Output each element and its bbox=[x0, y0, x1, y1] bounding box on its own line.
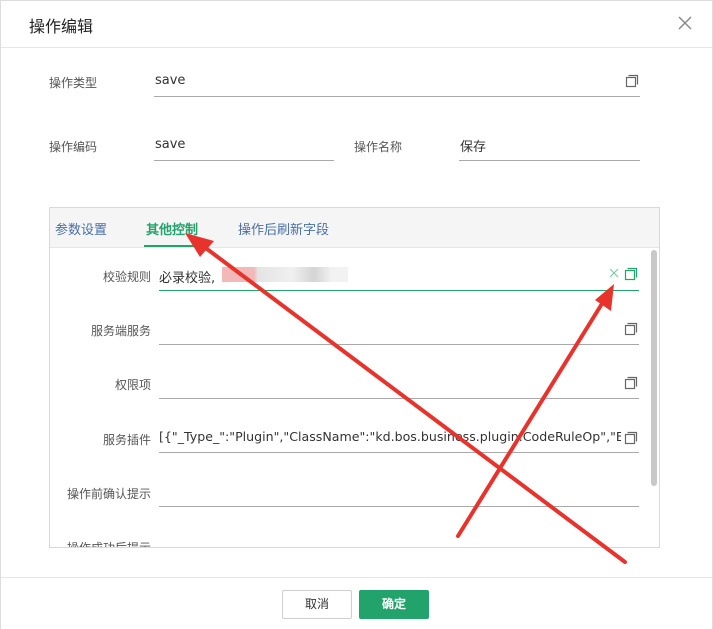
pre-confirm-label: 操作前确认提示 bbox=[66, 487, 151, 501]
operation-name-value[interactable]: 保存 bbox=[460, 136, 486, 155]
tab-other-control[interactable]: 其他控制 bbox=[146, 219, 198, 238]
dialog-header: 操作编辑 bbox=[1, 1, 712, 48]
operation-edit-dialog: 操作编辑 操作类型 save 操作编码 save 操作名称 保存 参数设置 其他… bbox=[0, 0, 713, 629]
permission-item-label: 权限项 bbox=[114, 378, 151, 392]
service-plugin-underline bbox=[159, 452, 639, 453]
cancel-button[interactable]: 取消 bbox=[282, 590, 352, 619]
operation-code-label: 操作编码 bbox=[49, 140, 98, 154]
validation-rules-value[interactable]: 必录校验, bbox=[159, 267, 229, 286]
copy-icon[interactable] bbox=[624, 430, 638, 445]
dialog-title: 操作编辑 bbox=[29, 17, 94, 36]
server-service-underline bbox=[159, 344, 639, 345]
close-icon[interactable] bbox=[673, 11, 697, 35]
copy-icon[interactable] bbox=[624, 375, 638, 390]
operation-type-label: 操作类型 bbox=[49, 76, 98, 90]
operation-type-value[interactable]: save bbox=[155, 73, 185, 88]
operation-code-underline bbox=[154, 160, 334, 161]
clear-icon[interactable] bbox=[607, 265, 621, 279]
validation-rules-underline bbox=[159, 290, 639, 291]
copy-icon[interactable] bbox=[624, 321, 638, 336]
ok-button[interactable]: 确定 bbox=[359, 590, 429, 619]
redacted-text bbox=[222, 267, 348, 282]
success-tip-label: 操作成功后提示 bbox=[66, 541, 151, 548]
copy-icon[interactable] bbox=[624, 266, 638, 281]
panel-scrollbar[interactable] bbox=[651, 250, 657, 486]
validation-rules-label: 校验规则 bbox=[102, 270, 151, 284]
copy-icon[interactable] bbox=[625, 73, 639, 88]
tab-refresh-fields[interactable]: 操作后刷新字段 bbox=[238, 219, 329, 238]
server-service-label: 服务端服务 bbox=[90, 324, 151, 338]
pre-confirm-underline bbox=[159, 506, 639, 507]
dialog-footer: 取消 确定 bbox=[1, 577, 712, 629]
permission-item-underline bbox=[159, 398, 639, 399]
operation-type-underline bbox=[154, 96, 640, 97]
tab-params[interactable]: 参数设置 bbox=[55, 219, 107, 238]
tab-bar: 参数设置 其他控制 操作后刷新字段 bbox=[50, 208, 659, 248]
service-plugin-value[interactable]: [{"_Type_":"Plugin","ClassName":"kd.bos.… bbox=[159, 429, 621, 444]
operation-name-underline bbox=[459, 160, 640, 161]
service-plugin-label: 服务插件 bbox=[102, 433, 151, 447]
tab-panel: 参数设置 其他控制 操作后刷新字段 校验规则 必录校验, 服务端服务 权限项 服… bbox=[49, 207, 660, 548]
operation-code-value[interactable]: save bbox=[155, 137, 185, 152]
operation-name-label: 操作名称 bbox=[354, 140, 403, 154]
active-tab-indicator bbox=[144, 245, 204, 247]
